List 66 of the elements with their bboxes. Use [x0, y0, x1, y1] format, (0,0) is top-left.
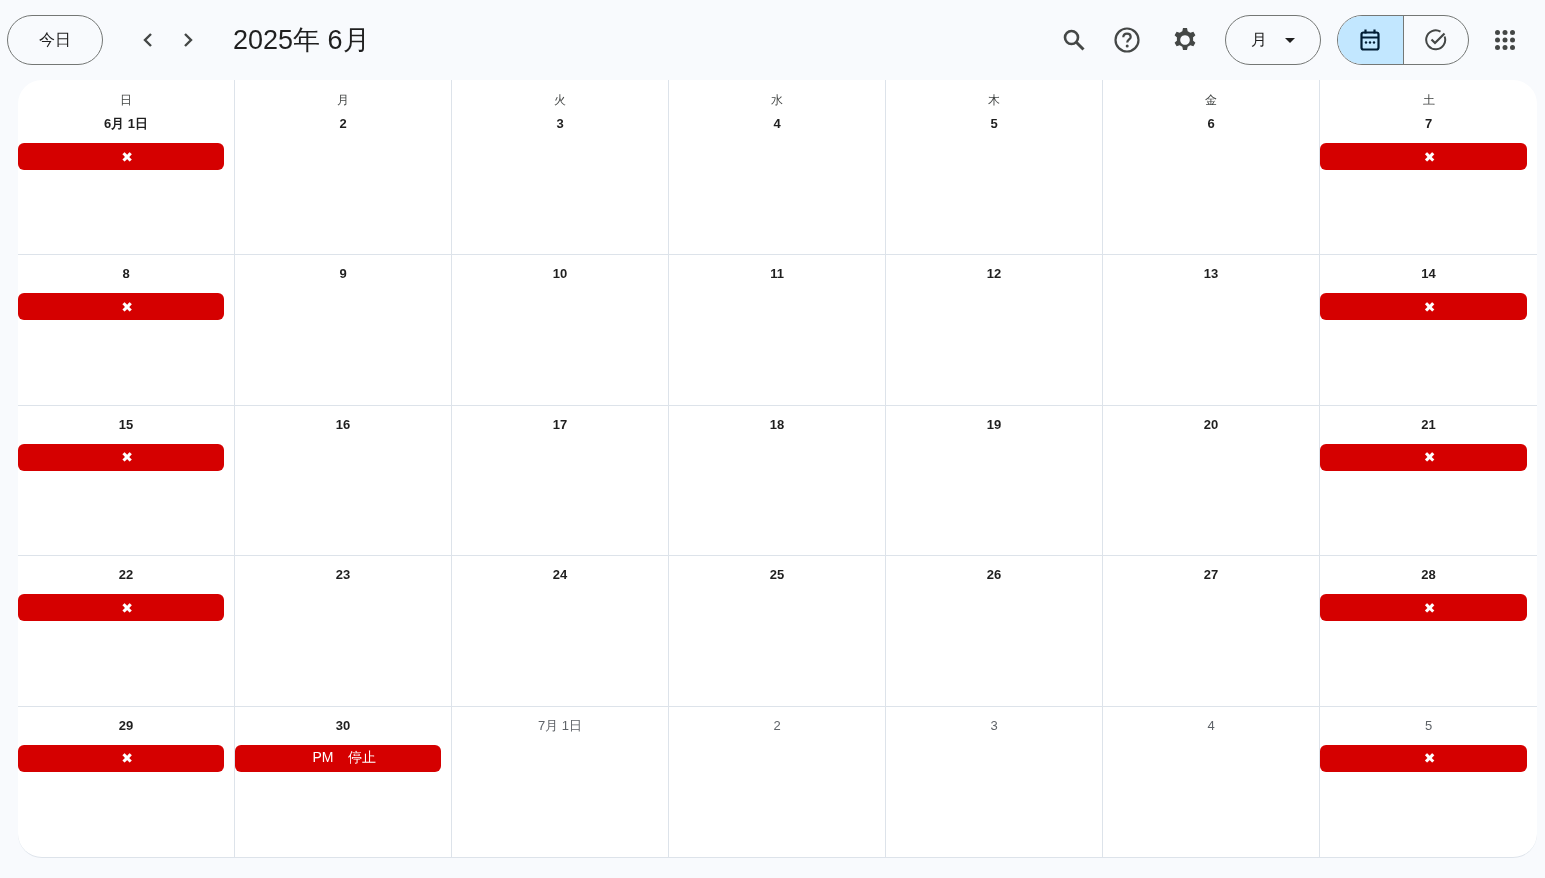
date-label[interactable]: 3 — [556, 114, 564, 134]
caret-down-icon — [1285, 37, 1295, 43]
calendar-view-button[interactable] — [1338, 16, 1403, 64]
weekday-label: 土 — [1422, 92, 1435, 109]
weekday-label: 日 — [120, 92, 132, 109]
date-label[interactable]: 6 — [1207, 114, 1215, 134]
event-chip[interactable]: ✖ — [18, 594, 224, 621]
date-label[interactable]: 5 — [1424, 715, 1433, 736]
date-label[interactable]: 17 — [552, 414, 568, 435]
date-label[interactable]: 14 — [1421, 264, 1436, 284]
date-label[interactable]: 5 — [990, 114, 998, 134]
event-chip[interactable]: ✖ — [1320, 443, 1527, 471]
event-chip[interactable]: ✖ — [18, 744, 224, 772]
date-label[interactable]: 8 — [122, 264, 130, 284]
date-label[interactable]: 19 — [986, 414, 1002, 435]
date-label[interactable]: 2 — [339, 114, 347, 134]
date-label[interactable]: 10 — [552, 264, 568, 284]
date-label[interactable]: 4 — [1207, 715, 1215, 736]
weekday-label: 木 — [988, 92, 1000, 109]
date-label[interactable]: 7月 1日 — [537, 715, 583, 736]
date-label[interactable]: 29 — [118, 715, 134, 736]
date-label[interactable]: 6月 1日 — [103, 114, 149, 134]
check-circle-icon — [1424, 29, 1447, 51]
event-chip[interactable]: ✖ — [1320, 293, 1527, 320]
search-icon — [1063, 29, 1085, 51]
today-button[interactable]: 今日 — [7, 15, 103, 65]
calendar-icon — [1360, 29, 1381, 51]
event-chip[interactable]: PM 停止 — [235, 744, 441, 772]
date-label[interactable]: 27 — [1203, 565, 1219, 585]
chevron-left-icon — [143, 32, 153, 48]
date-label[interactable]: 21 — [1421, 414, 1436, 435]
event-chip[interactable]: ✖ — [1320, 744, 1527, 772]
event-chip[interactable]: ✖ — [1320, 594, 1527, 621]
date-label[interactable]: 11 — [770, 264, 784, 284]
date-label[interactable]: 16 — [335, 414, 351, 435]
date-label[interactable]: 26 — [986, 565, 1002, 585]
apps-grid-icon — [1495, 30, 1515, 50]
date-label[interactable]: 2 — [773, 715, 781, 736]
date-label[interactable]: 30 — [335, 715, 351, 736]
date-label[interactable]: 3 — [990, 715, 998, 736]
date-label[interactable]: 25 — [769, 565, 785, 585]
date-label[interactable]: 23 — [335, 565, 351, 585]
weekday-label: 金 — [1205, 92, 1217, 109]
event-chip[interactable]: ✖ — [18, 143, 224, 170]
event-chip[interactable]: ✖ — [18, 443, 224, 471]
weekday-label: 月 — [337, 92, 349, 109]
weekday-label: 火 — [554, 92, 566, 109]
date-label[interactable]: 4 — [773, 114, 781, 134]
date-label[interactable]: 15 — [118, 414, 134, 435]
settings-icon — [1172, 27, 1198, 53]
view-dropdown[interactable]: 月 — [1225, 15, 1321, 65]
date-label[interactable]: 13 — [1203, 264, 1219, 284]
chevron-right-icon — [183, 32, 193, 48]
date-label[interactable]: 18 — [769, 414, 785, 435]
date-label[interactable]: 24 — [552, 565, 568, 585]
date-label[interactable]: 22 — [118, 565, 134, 585]
help-icon — [1114, 27, 1140, 53]
date-label[interactable]: 9 — [339, 264, 347, 284]
event-chip[interactable]: ✖ — [1320, 143, 1527, 170]
event-chip[interactable]: ✖ — [18, 293, 224, 320]
date-label[interactable]: 12 — [986, 264, 1002, 284]
month-title: 2025年 6月 — [233, 24, 370, 57]
date-label[interactable]: 20 — [1203, 414, 1219, 435]
weekday-label: 水 — [771, 92, 783, 109]
date-label[interactable]: 28 — [1421, 565, 1436, 585]
date-label[interactable]: 7 — [1424, 114, 1433, 134]
